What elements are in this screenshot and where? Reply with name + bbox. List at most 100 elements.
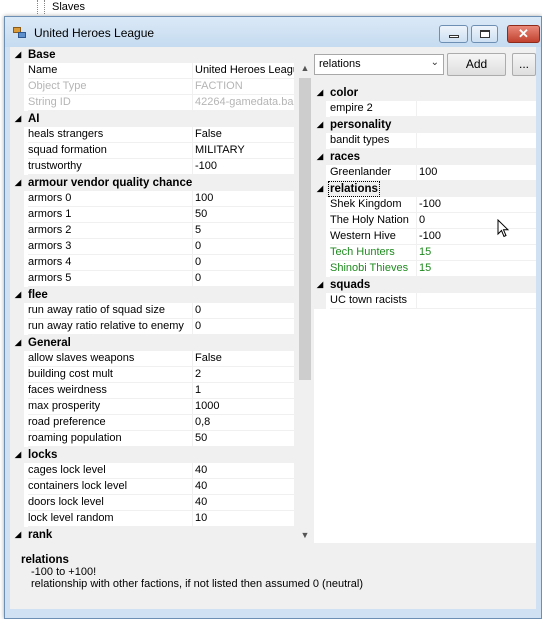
property-value[interactable]: 15 (416, 245, 536, 261)
property-row[interactable]: Greenlander 100 (314, 165, 536, 181)
collapse-triangle-icon[interactable]: ◢ (317, 85, 323, 101)
property-value[interactable]: 0 (416, 213, 536, 229)
category-locks[interactable]: ◢ locks (12, 447, 294, 463)
property-row[interactable]: armors 0 100 (12, 191, 294, 207)
maximize-button[interactable] (471, 25, 498, 43)
property-value[interactable]: 5 (192, 223, 294, 239)
property-row[interactable]: armors 40 (12, 255, 294, 271)
category-base[interactable]: ◢ Base (12, 47, 294, 63)
collapse-triangle-icon[interactable]: ◢ (15, 287, 21, 303)
category-ai[interactable]: ◢ AI (12, 111, 294, 127)
collapse-triangle-icon[interactable]: ◢ (15, 335, 21, 351)
add-button[interactable]: Add (447, 53, 506, 76)
property-value[interactable]: 0 (192, 303, 294, 319)
property-value[interactable]: 1000 (192, 399, 294, 415)
collapse-triangle-icon[interactable]: ◢ (317, 117, 323, 133)
property-row[interactable]: max prosperity 1000 (12, 399, 294, 415)
category-races[interactable]: ◢ races (314, 149, 536, 165)
property-value[interactable]: 0,8 (192, 415, 294, 431)
close-button[interactable]: ✕ (507, 25, 540, 43)
property-value[interactable]: United Heroes League (192, 63, 294, 79)
property-value[interactable]: 50 (192, 207, 294, 223)
property-value[interactable]: 10 (192, 511, 294, 527)
scroll-down-icon[interactable]: ▼ (297, 527, 313, 543)
collapse-triangle-icon[interactable]: ◢ (15, 175, 21, 191)
collapse-triangle-icon[interactable]: ◢ (15, 47, 21, 63)
property-value[interactable]: 0 (192, 239, 294, 255)
property-value[interactable]: 15 (416, 261, 536, 277)
property-value[interactable]: 1 (192, 383, 294, 399)
category-squads[interactable]: ◢ squads (314, 277, 536, 293)
property-row[interactable]: armors 1 50 (12, 207, 294, 223)
property-row[interactable]: Tech Hunters 15 (314, 245, 536, 261)
property-value[interactable]: -100 (416, 197, 536, 213)
property-grid[interactable]: ◢ Base NameUnited Heroes LeagueObject Type… (12, 47, 294, 543)
property-value[interactable] (416, 133, 536, 149)
property-row[interactable]: lock level random 10 (12, 511, 294, 527)
property-row[interactable]: NameUnited Heroes League (12, 63, 294, 79)
property-value[interactable]: 50 (192, 431, 294, 447)
property-value[interactable]: 0 (192, 319, 294, 335)
property-value[interactable]: 100 (192, 191, 294, 207)
category-armour-vendor-quality-chance[interactable]: ◢ armour vendor quality chance (12, 175, 294, 191)
property-row[interactable]: road preference 0,8 (12, 415, 294, 431)
collapse-triangle-icon[interactable]: ◢ (317, 277, 323, 293)
property-row[interactable]: doors lock level 40 (12, 495, 294, 511)
property-value[interactable]: 40 (192, 479, 294, 495)
collapse-triangle-icon[interactable]: ◢ (317, 149, 323, 165)
property-row[interactable]: building cost mult 2 (12, 367, 294, 383)
property-row[interactable]: Shek Kingdom -100 (314, 197, 536, 213)
property-row[interactable]: run away ratio relative to enemy 0 (12, 319, 294, 335)
property-row[interactable]: bandit types (314, 133, 536, 149)
property-value[interactable]: 40 (192, 495, 294, 511)
list-type-combobox[interactable]: relations ⌄ (314, 54, 444, 75)
tree-item-slaves[interactable]: Slaves (52, 1, 85, 13)
property-value[interactable] (416, 293, 536, 309)
property-row[interactable]: UC town racists (314, 293, 536, 309)
collapse-triangle-icon[interactable]: ◢ (317, 181, 323, 197)
more-button[interactable]: ... (512, 53, 536, 76)
collapse-triangle-icon[interactable]: ◢ (15, 111, 21, 127)
property-row[interactable]: armors 25 (12, 223, 294, 239)
property-row[interactable]: allow slaves weapons False (12, 351, 294, 367)
property-value[interactable]: MILITARY (192, 143, 294, 159)
property-row[interactable]: roaming population 50 (12, 431, 294, 447)
property-row[interactable]: Object Type FACTION (12, 79, 294, 95)
property-row[interactable]: containers lock level 40 (12, 479, 294, 495)
scroll-up-icon[interactable]: ▲ (297, 60, 313, 76)
scroll-thumb[interactable] (299, 78, 311, 380)
property-value[interactable]: False (192, 127, 294, 143)
category-rank[interactable]: ◢ rank (12, 527, 294, 543)
category-general[interactable]: ◢ General (12, 335, 294, 351)
property-grid-scrollbar[interactable]: ▲ ▼ (297, 60, 313, 543)
property-row[interactable]: heals strangers False (12, 127, 294, 143)
chevron-down-icon[interactable]: ⌄ (431, 57, 439, 68)
property-value[interactable]: 0 (192, 255, 294, 271)
property-value[interactable]: 0 (192, 271, 294, 287)
property-row[interactable]: Shinobi Thieves 15 (314, 261, 536, 277)
property-row[interactable]: run away ratio of squad size 0 (12, 303, 294, 319)
category-relations[interactable]: ◢ relations (314, 181, 536, 197)
property-row[interactable]: armors 30 (12, 239, 294, 255)
property-value[interactable]: -100 (416, 229, 536, 245)
property-row[interactable]: faces weirdness 1 (12, 383, 294, 399)
property-row[interactable]: empire 2 (314, 101, 536, 117)
category-color[interactable]: ◢ color (314, 85, 536, 101)
category-personality[interactable]: ◢ personality (314, 117, 536, 133)
property-row[interactable]: String ID42264-gamedata.base (12, 95, 294, 111)
property-value[interactable] (416, 101, 536, 117)
property-row[interactable]: cages lock level 40 (12, 463, 294, 479)
property-row[interactable]: trustworthy -100 (12, 159, 294, 175)
property-value[interactable]: 40 (192, 463, 294, 479)
collapse-triangle-icon[interactable]: ◢ (15, 447, 21, 463)
property-value[interactable]: -100 (192, 159, 294, 175)
property-row[interactable]: squad formation MILITARY (12, 143, 294, 159)
category-flee[interactable]: ◢ flee (12, 287, 294, 303)
collapse-triangle-icon[interactable]: ◢ (15, 527, 21, 543)
title-bar[interactable]: United Heroes League ✕ (5, 17, 541, 47)
property-value[interactable]: 2 (192, 367, 294, 383)
property-value[interactable]: 100 (416, 165, 536, 181)
property-value[interactable]: False (192, 351, 294, 367)
minimize-button[interactable] (439, 25, 468, 43)
property-row[interactable]: armors 50 (12, 271, 294, 287)
